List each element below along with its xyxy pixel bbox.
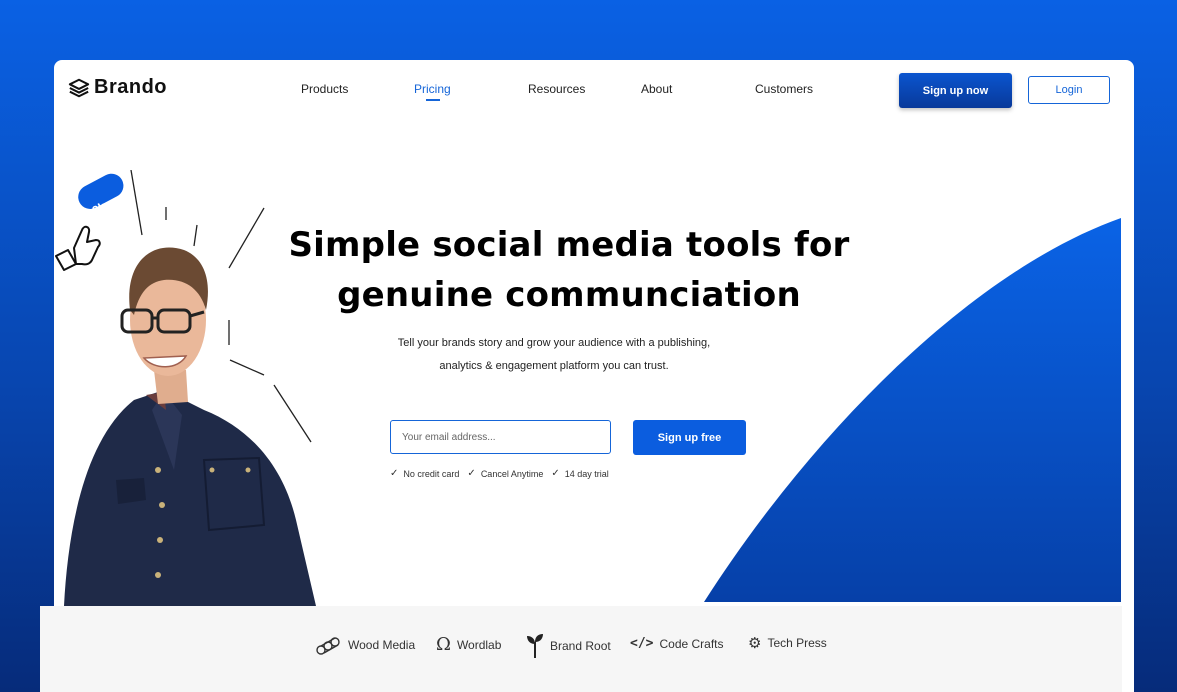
benefit-item: ✓ No credit card	[390, 468, 459, 479]
check-icon: ✓	[467, 468, 476, 479]
hero-subtitle-line-1: Tell your brands story and grow your aud…	[397, 337, 711, 349]
benefit-label: Cancel Anytime	[480, 468, 544, 479]
check-icon: ✓	[551, 468, 560, 479]
hero-title: Simple social media tools for genuine co…	[284, 220, 854, 320]
nav-pricing[interactable]: Pricing	[414, 82, 451, 96]
brand-name-label: Code Crafts	[659, 636, 724, 651]
nav-about[interactable]: About	[641, 82, 672, 96]
benefit-item: ✓ 14 day trial	[551, 468, 608, 479]
brand-name-label: Wordlab	[456, 637, 502, 652]
omega-icon: Ω	[436, 634, 451, 655]
check-icon: ✓	[390, 468, 399, 479]
nav-customers[interactable]: Customers	[755, 82, 813, 96]
brand-name-label: Brand Root	[550, 639, 611, 653]
sign-up-free-button[interactable]: Sign up free	[633, 420, 746, 455]
nav-products[interactable]: Products	[301, 82, 348, 96]
brand-brand-root: Brand Root	[526, 634, 611, 658]
hero-title-line-1: Simple social media tools for	[288, 225, 850, 265]
brand-wood-media: Wood Media	[316, 634, 415, 656]
email-input[interactable]	[390, 420, 611, 454]
landing-page-card: Brando Products Pricing Resources About …	[54, 60, 1134, 692]
benefit-label: 14 day trial	[564, 468, 609, 479]
code-icon: </>	[630, 636, 654, 651]
hero-subtitle-line-2: analytics & engagement platform you can …	[439, 360, 669, 372]
nav-resources[interactable]: Resources	[528, 82, 585, 96]
brand-tech-press: ⚙ Tech Press	[748, 634, 827, 652]
logs-icon	[316, 637, 340, 655]
gears-icon: ⚙	[748, 635, 762, 652]
benefit-label: No credit card	[403, 468, 460, 479]
brand-code-crafts: </> Code Crafts	[630, 636, 724, 651]
layers-icon	[68, 78, 90, 97]
brand-name: Brando	[94, 76, 167, 98]
brand-logos-bar: Wood Media Ω Wordlab Brand Root </> Code…	[40, 606, 1122, 692]
brand-logo[interactable]: Brando	[68, 76, 167, 99]
benefit-item: ✓ Cancel Anytime	[467, 468, 543, 479]
brand-name-label: Tech Press	[767, 636, 827, 650]
hero-subtitle: Tell your brands story and grow your aud…	[354, 332, 754, 378]
login-button[interactable]: Login	[1028, 76, 1110, 104]
brand-name-label: Wood Media	[348, 638, 416, 652]
benefits-list: ✓ No credit card ✓ Cancel Anytime ✓ 14 d…	[390, 468, 609, 479]
thumbs-up-icon	[55, 225, 101, 271]
sprout-icon	[527, 634, 543, 658]
sign-up-now-button[interactable]: Sign up now	[899, 73, 1012, 108]
nav-active-indicator	[426, 99, 440, 101]
brand-wordlab: Ω Wordlab	[436, 634, 501, 655]
hero-title-line-2: genuine communciation	[337, 275, 801, 315]
